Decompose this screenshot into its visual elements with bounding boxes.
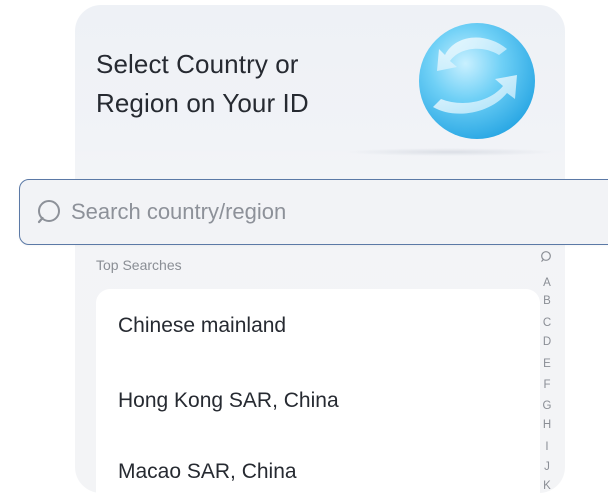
globe-arrows-icon <box>419 23 535 139</box>
index-letter-f[interactable]: F <box>537 378 557 392</box>
index-letter-i[interactable]: I <box>537 440 557 454</box>
index-letter-d[interactable]: D <box>537 335 557 349</box>
index-letter-h[interactable]: H <box>537 418 557 432</box>
top-searches-label: Top Searches <box>96 257 182 273</box>
search-input[interactable] <box>71 192 571 232</box>
header-divider-glow <box>345 148 555 156</box>
index-letter-k[interactable]: K <box>537 479 557 493</box>
index-letter-j[interactable]: J <box>537 460 557 474</box>
index-letter-b[interactable]: B <box>537 294 557 308</box>
search-icon <box>37 200 60 224</box>
alphabet-index-bar[interactable]: A B C D E F G H I J K <box>537 250 559 495</box>
index-search-icon[interactable] <box>540 250 554 264</box>
screen: Select Country or Region on Your ID Sear… <box>0 0 608 495</box>
search-bar[interactable] <box>19 179 608 245</box>
index-letter-c[interactable]: C <box>537 316 557 330</box>
list-item-hong-kong[interactable]: Hong Kong SAR, China <box>118 389 339 413</box>
index-letter-g[interactable]: G <box>537 399 557 413</box>
list-item-macao[interactable]: Macao SAR, China <box>118 460 297 484</box>
list-item-chinese-mainland[interactable]: Chinese mainland <box>118 314 286 338</box>
page-title-line-2: Region on Your ID <box>96 88 309 118</box>
page-title: Select Country or Region on Your ID <box>96 45 386 123</box>
index-letter-e[interactable]: E <box>537 357 557 371</box>
top-searches-list: Chinese mainland Hong Kong SAR, China Ma… <box>96 289 540 495</box>
index-letter-a[interactable]: A <box>537 276 557 290</box>
page-title-line-1: Select Country or <box>96 49 299 79</box>
